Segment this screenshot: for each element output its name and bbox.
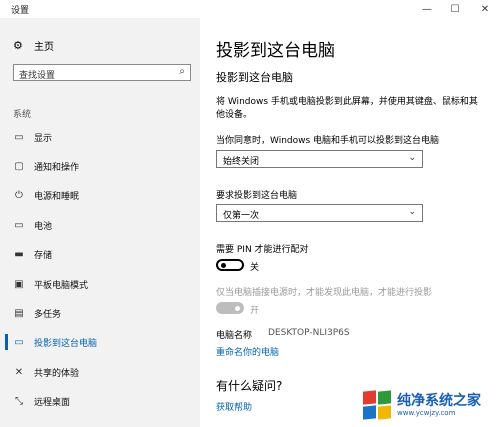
- gear-icon: ⚙: [13, 38, 23, 52]
- search-input[interactable]: 查找设置 ⌕: [13, 64, 191, 81]
- availability-dropdown[interactable]: 始终关闭 ⌄: [216, 150, 423, 168]
- sidebar-item-label: 显示: [34, 133, 53, 144]
- project-icon: ▭: [14, 336, 24, 348]
- description: 将 Windows 手机或电脑投影到此屏幕，并使用其键盘、鼠标和其他设备。: [216, 97, 478, 120]
- pin-toggle-state: 关: [250, 263, 260, 273]
- setting1-label: 当你同意时，Windows 电脑和手机可以投影到这台电脑: [216, 136, 440, 146]
- pc-name-value: DESKTOP-NLI3P6S: [268, 328, 350, 338]
- sidebar-item-shared-experience[interactable]: ✕ 共享的体验: [0, 358, 200, 386]
- pc-name-row: 电脑名称 DESKTOP-NLI3P6S: [216, 328, 350, 341]
- pc-name-key: 电脑名称: [216, 331, 253, 341]
- rename-pc-link[interactable]: 重命名你的电脑: [216, 345, 279, 358]
- sidebar-item-display[interactable]: ▭ 显示: [0, 123, 200, 151]
- battery-icon: ▭: [14, 219, 24, 231]
- page-title: 投影到这台电脑: [216, 41, 335, 61]
- dropdown-value: 始终关闭: [223, 157, 260, 167]
- multitask-icon: ▤: [14, 307, 24, 319]
- sidebar-item-label: 电源和睡眠: [34, 191, 80, 202]
- sidebar-item-storage[interactable]: ▬ 存储: [0, 240, 200, 268]
- sidebar-item-battery[interactable]: ▭ 电池: [0, 211, 200, 239]
- close-button[interactable]: ✕: [470, 0, 500, 18]
- sidebar-item-multitask[interactable]: ▤ 多任务: [0, 299, 200, 327]
- minimize-button[interactable]: —: [412, 0, 442, 18]
- pin-toggle[interactable]: [216, 259, 244, 271]
- home-label: 主页: [34, 42, 54, 53]
- section-subtitle: 投影到这台电脑: [216, 71, 293, 84]
- sidebar-item-label: 投影到这台电脑: [34, 338, 98, 349]
- power-toggle: [216, 302, 244, 314]
- watermark-logo-icon: [362, 390, 392, 420]
- get-help-link[interactable]: 获取帮助: [216, 400, 252, 413]
- help-heading: 有什么疑问?: [216, 379, 283, 393]
- watermark-title: 纯净系统之家: [397, 392, 481, 409]
- sidebar-item-label: 存储: [34, 250, 53, 261]
- sidebar-item-label: 通知和操作: [34, 162, 80, 173]
- sidebar-item-tablet-mode[interactable]: ▣ 平板电脑模式: [0, 270, 200, 298]
- title-bar: 设置 — ☐ ✕: [0, 0, 500, 18]
- sidebar-item-notifications[interactable]: ▢ 通知和操作: [0, 152, 200, 180]
- toggle-knob: [221, 263, 226, 268]
- sidebar-item-label: 远程桌面: [34, 397, 71, 408]
- sidebar-item-label: 多任务: [34, 309, 62, 320]
- search-placeholder: 查找设置: [19, 71, 56, 81]
- shared-experience-icon: ✕: [14, 366, 24, 378]
- window-title: 设置: [11, 6, 30, 16]
- power-toggle-state: 开: [250, 306, 260, 316]
- sidebar-item-label: 电池: [34, 221, 53, 232]
- chevron-down-icon: ⌄: [408, 207, 416, 217]
- main-content: 投影到这台电脑 投影到这台电脑 将 Windows 手机或电脑投影到此屏幕，并使…: [200, 18, 500, 427]
- settings-window: 设置 — ☐ ✕ ⚙ 主页 查找设置 ⌕ 系统 ▭ 显示 ▢ 通知和操作 ⏻ 电…: [0, 0, 500, 427]
- search-icon[interactable]: ⌕: [179, 66, 185, 77]
- dropdown-value: 仅第一次: [223, 211, 260, 221]
- chevron-down-icon: ⌄: [408, 153, 416, 163]
- power-label: 仅当电脑插接电源时，才能发现此电脑，才能进行投影: [216, 288, 433, 298]
- tablet-mode-icon: ▣: [14, 278, 24, 290]
- maximize-button[interactable]: ☐: [440, 0, 470, 18]
- power-icon: ⏻: [15, 189, 23, 201]
- sidebar-item-remote-desktop[interactable]: ⤡ 远程桌面: [0, 387, 200, 415]
- toggle-knob: [235, 306, 240, 311]
- section-label: 系统: [13, 110, 32, 120]
- monitor-icon: ▭: [14, 131, 24, 143]
- sidebar: ⚙ 主页 查找设置 ⌕ 系统 ▭ 显示 ▢ 通知和操作 ⏻ 电源和睡眠 ▭ 电池…: [0, 18, 200, 427]
- watermark: 纯净系统之家 www.ycwjzy.com: [362, 386, 496, 424]
- setting2-label: 要求投影到这台电脑: [216, 191, 298, 201]
- watermark-url: www.ycwjzy.com: [397, 408, 456, 417]
- pin-label: 需要 PIN 才能进行配对: [216, 245, 309, 255]
- ask-to-project-dropdown[interactable]: 仅第一次 ⌄: [216, 204, 423, 222]
- remote-desktop-icon: ⤡: [15, 395, 23, 407]
- sidebar-item-label: 平板电脑模式: [34, 280, 89, 291]
- notification-icon: ▢: [14, 160, 24, 172]
- watermark-text: 纯净系统之家 www.ycwjzy.com: [392, 392, 481, 417]
- sidebar-item-project[interactable]: ▭ 投影到这台电脑: [0, 328, 200, 356]
- sidebar-item-power[interactable]: ⏻ 电源和睡眠: [0, 181, 200, 209]
- sidebar-item-label: 共享的体验: [34, 368, 80, 379]
- home-nav[interactable]: ⚙ 主页: [13, 38, 54, 53]
- storage-icon: ▬: [14, 248, 24, 260]
